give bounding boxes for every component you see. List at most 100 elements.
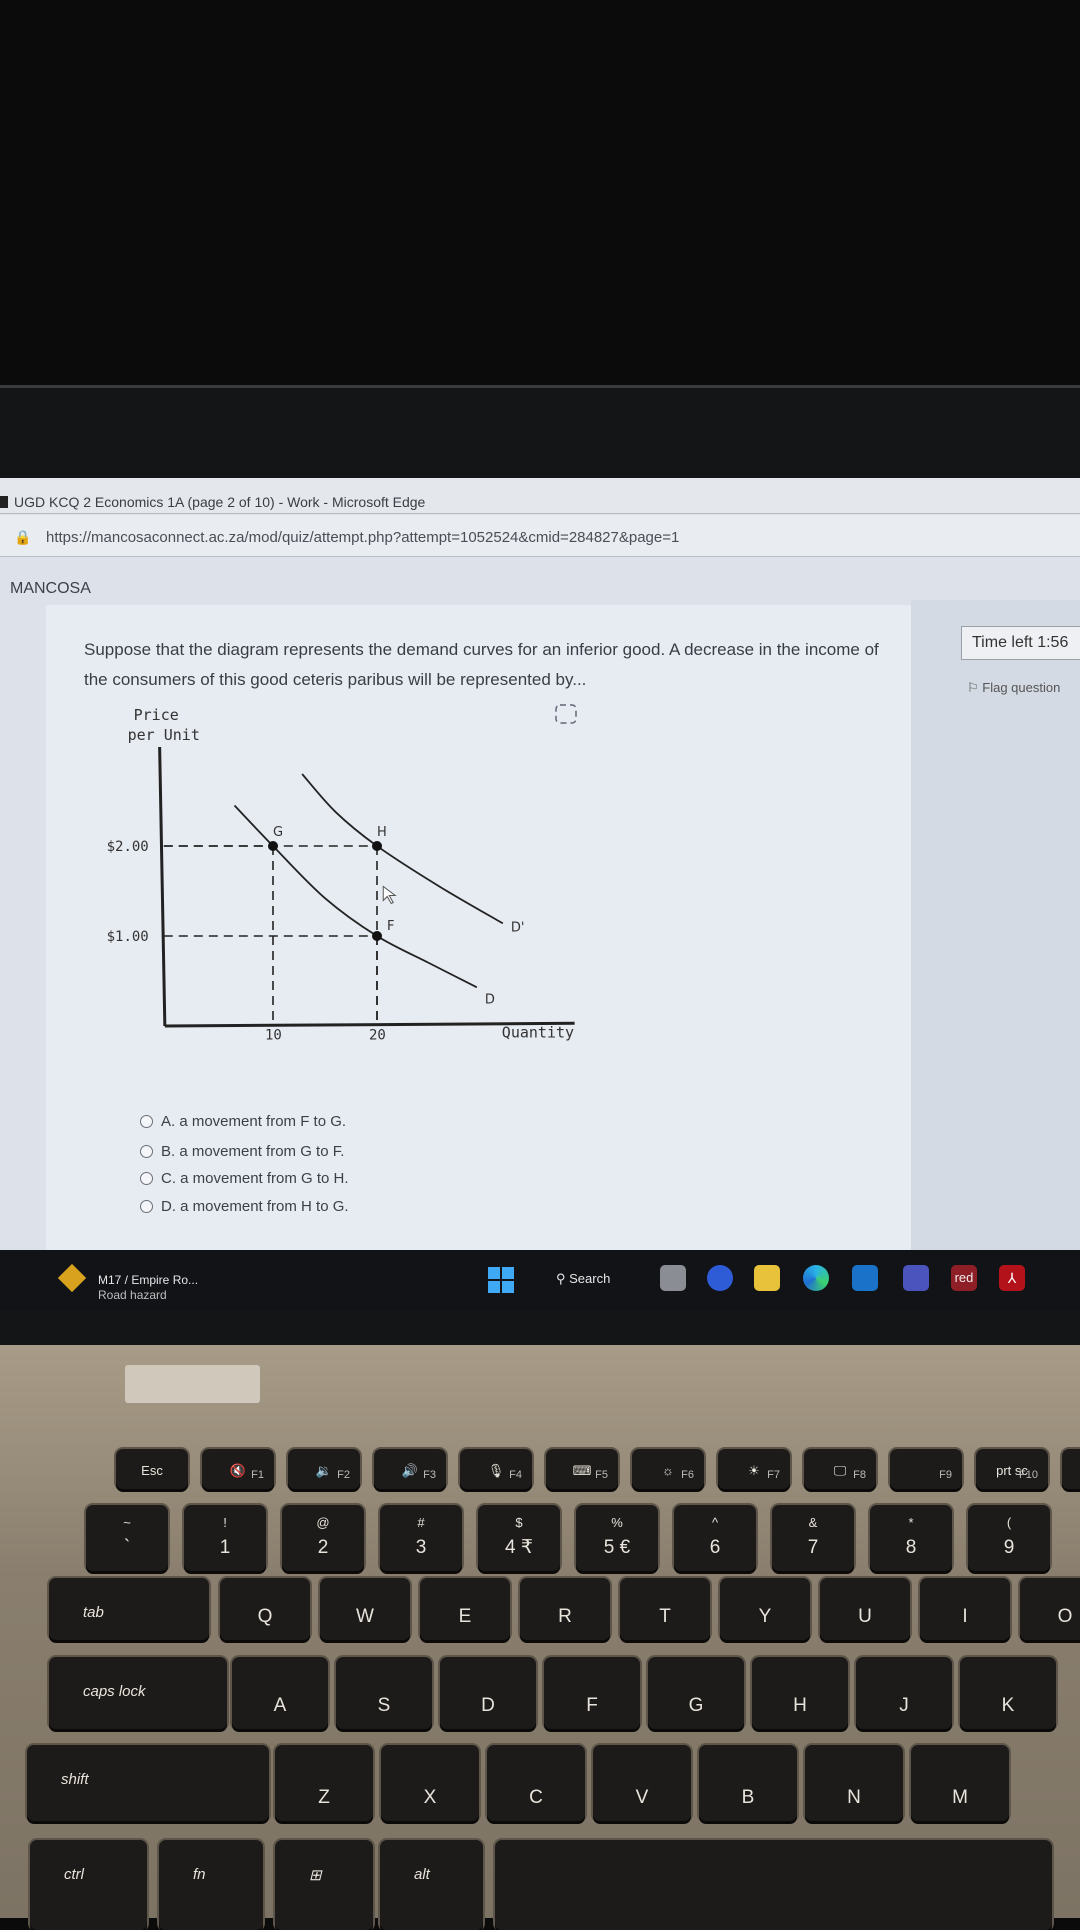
letter-key-a4[interactable]: F bbox=[544, 1657, 640, 1729]
url-text[interactable]: https://mancosaconnect.ac.za/mod/quiz/at… bbox=[46, 529, 679, 546]
bottom-key-3[interactable]: alt bbox=[380, 1840, 483, 1930]
key-label: 9 bbox=[1003, 1537, 1015, 1558]
bottom-key-0[interactable]: ctrl bbox=[30, 1840, 147, 1930]
letter-key-7[interactable]: U bbox=[820, 1578, 910, 1640]
letter-key-a3[interactable]: D bbox=[440, 1657, 536, 1729]
letter-key-z7[interactable]: M bbox=[911, 1745, 1009, 1821]
letter-key-6[interactable]: Y bbox=[720, 1578, 810, 1640]
fkey-3[interactable]: 🔊 F3 bbox=[374, 1449, 446, 1489]
key-label: hom bbox=[1062, 1463, 1080, 1478]
letter-key-4[interactable]: R bbox=[520, 1578, 610, 1640]
notif-subtitle[interactable]: Road hazard bbox=[98, 1288, 167, 1302]
key-label: F9 bbox=[939, 1469, 952, 1481]
letter-key-z0[interactable]: shift bbox=[27, 1745, 269, 1821]
bottom-key-1[interactable]: fn bbox=[159, 1840, 263, 1930]
number-key-3[interactable]: #3 bbox=[380, 1505, 462, 1571]
meet-icon[interactable] bbox=[707, 1265, 733, 1291]
key-label: F3 bbox=[423, 1469, 436, 1481]
letter-key-a2[interactable]: S bbox=[336, 1657, 432, 1729]
number-key-8[interactable]: * 8 bbox=[870, 1505, 952, 1571]
letter-key-z2[interactable]: X bbox=[381, 1745, 479, 1821]
fkey-8[interactable]: 🖵 F8 bbox=[804, 1449, 876, 1489]
letter-key-a6[interactable]: H bbox=[752, 1657, 848, 1729]
number-key-6[interactable]: ^ 6 bbox=[674, 1505, 756, 1571]
fkey-2[interactable]: 🔉 F2 bbox=[288, 1449, 360, 1489]
radio-b[interactable] bbox=[140, 1145, 153, 1158]
fkey-4[interactable]: 🎙 F4 bbox=[460, 1449, 532, 1489]
teams-icon[interactable] bbox=[903, 1265, 929, 1291]
letter-key-2[interactable]: W bbox=[320, 1578, 410, 1640]
letter-key-1[interactable]: Q bbox=[220, 1578, 310, 1640]
fkey-7[interactable]: ☀ F7 bbox=[718, 1449, 790, 1489]
letter-key-0[interactable]: tab bbox=[49, 1578, 209, 1640]
letter-key-a0[interactable]: caps lock bbox=[49, 1657, 227, 1729]
fkey-1[interactable]: 🔇 F1 bbox=[202, 1449, 274, 1489]
y-tick-label: $1.00 bbox=[107, 929, 149, 945]
number-key-0[interactable]: ~ ` bbox=[86, 1505, 168, 1571]
number-key-2[interactable]: @2 bbox=[282, 1505, 364, 1571]
letter-key-3[interactable]: E bbox=[420, 1578, 510, 1640]
demand-chart: Price per Unit Quantity $2.00 $1.00 10 20 D D' G H… bbox=[107, 704, 577, 1044]
radio-a[interactable] bbox=[140, 1115, 153, 1128]
letter-key-9[interactable]: O bbox=[1020, 1578, 1080, 1640]
bottom-key-2[interactable]: ⊞ bbox=[275, 1840, 373, 1930]
letter-key-a7[interactable]: J bbox=[856, 1657, 952, 1729]
letter-key-z4[interactable]: V bbox=[593, 1745, 691, 1821]
key-label: fn bbox=[193, 1866, 206, 1883]
number-key-7[interactable]: & 7 bbox=[772, 1505, 854, 1571]
key-label: ~ bbox=[123, 1515, 131, 1530]
radio-d[interactable] bbox=[140, 1200, 153, 1213]
folder-icon[interactable] bbox=[754, 1265, 780, 1291]
key-label: K bbox=[1001, 1695, 1015, 1716]
number-key-4[interactable]: $4 ₹ bbox=[478, 1505, 560, 1571]
window-title: UGD KCQ 2 Economics 1A (page 2 of 10) - … bbox=[14, 494, 426, 510]
key-label: S bbox=[377, 1695, 391, 1716]
address-bar[interactable]: 🔒 https://mancosaconnect.ac.za/mod/quiz/a… bbox=[0, 515, 1080, 557]
flag-label: Flag question bbox=[982, 680, 1061, 695]
app-icon bbox=[0, 496, 8, 508]
point-label: H bbox=[377, 825, 387, 840]
fkey-10[interactable]: prt sc F10 bbox=[976, 1449, 1048, 1489]
option-b[interactable]: B. a movement from G to F. bbox=[140, 1143, 344, 1160]
bottom-key-4[interactable] bbox=[495, 1840, 1052, 1930]
letter-key-a8[interactable]: K bbox=[960, 1657, 1056, 1729]
key-label: tab bbox=[83, 1604, 104, 1621]
fkey-9[interactable]: F9 bbox=[890, 1449, 962, 1489]
fkey-5[interactable]: ⌨ F5 bbox=[546, 1449, 618, 1489]
edge-icon[interactable] bbox=[803, 1265, 829, 1291]
key-label: 8 bbox=[905, 1537, 917, 1558]
radio-c[interactable] bbox=[140, 1172, 153, 1185]
option-a[interactable]: A. a movement from F to G. bbox=[140, 1113, 346, 1130]
fkey-0[interactable]: Esc bbox=[116, 1449, 188, 1489]
option-d[interactable]: D. a movement from H to G. bbox=[140, 1198, 349, 1215]
number-key-5[interactable]: % 5 € bbox=[576, 1505, 658, 1571]
site-brand[interactable]: MANCOSA bbox=[10, 580, 91, 598]
red-app-icon[interactable]: red bbox=[951, 1265, 977, 1291]
title-bar: UGD KCQ 2 Economics 1A (page 2 of 10) - … bbox=[0, 478, 1080, 514]
letter-key-z5[interactable]: B bbox=[699, 1745, 797, 1821]
demand-curve-d-prime bbox=[301, 773, 504, 925]
y-axis-label: Price bbox=[134, 706, 179, 724]
number-key-9[interactable]: (9 bbox=[968, 1505, 1050, 1571]
flag-question[interactable]: ⚐ Flag question bbox=[967, 680, 1060, 696]
letter-key-a1[interactable]: A bbox=[232, 1657, 328, 1729]
letter-key-5[interactable]: T bbox=[620, 1578, 710, 1640]
letter-key-a5[interactable]: G bbox=[648, 1657, 744, 1729]
outlook-icon[interactable] bbox=[852, 1265, 878, 1291]
option-c[interactable]: C. a movement from G to H. bbox=[140, 1170, 349, 1187]
taskbar-search[interactable]: ⚲ Search bbox=[556, 1271, 610, 1287]
fkey-6[interactable]: ☼ F6 bbox=[632, 1449, 704, 1489]
acrobat-icon[interactable]: ⅄ bbox=[999, 1265, 1025, 1291]
key-label: O bbox=[1057, 1606, 1073, 1627]
letter-key-z1[interactable]: Z bbox=[275, 1745, 373, 1821]
notif-title[interactable]: M17 / Empire Ro... bbox=[98, 1273, 198, 1287]
fkey-11[interactable]: hom bbox=[1062, 1449, 1080, 1489]
file-explorer-window-icon[interactable] bbox=[660, 1265, 686, 1291]
visual-search-icon[interactable] bbox=[555, 704, 577, 724]
number-key-1[interactable]: ! 1 bbox=[184, 1505, 266, 1571]
letter-key-z6[interactable]: N bbox=[805, 1745, 903, 1821]
key-label: R bbox=[558, 1606, 572, 1627]
windows-start-icon[interactable] bbox=[488, 1267, 514, 1293]
letter-key-8[interactable]: I bbox=[920, 1578, 1010, 1640]
letter-key-z3[interactable]: C bbox=[487, 1745, 585, 1821]
